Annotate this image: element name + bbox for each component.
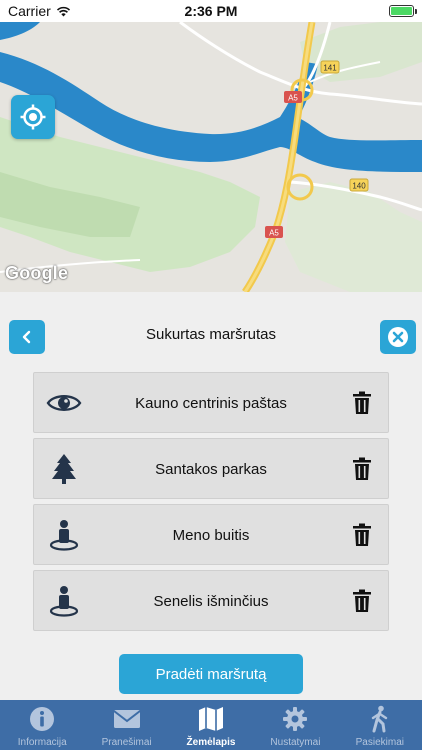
trash-icon [353,523,371,546]
svg-text:140: 140 [352,182,366,191]
tab-label: Nustatymai [270,737,321,748]
info-icon [27,705,57,733]
trash-icon [353,457,371,480]
close-button[interactable] [380,320,416,354]
trash-icon [353,589,371,612]
person-pin-icon [46,519,82,551]
locate-button[interactable] [11,95,55,139]
delete-button[interactable] [350,522,374,548]
tab-bar: Informacija Pranešimai Žemėlapis Nustaty… [0,700,422,750]
battery-fill [390,7,412,15]
road-shield-140: 140 [349,178,369,192]
road-shield-a5-top: A5 [284,91,302,103]
route-item[interactable]: Senelis išminčius [33,570,389,631]
battery-icon [388,5,417,17]
eye-icon [46,387,82,419]
status-left: Carrier [8,3,128,19]
map-canvas[interactable]: 141 A5 140 A5 [0,22,422,292]
tab-zemelapis[interactable]: Žemėlapis [169,700,253,750]
google-attribution: Google [5,263,69,283]
carrier-label: Carrier [8,3,51,19]
delete-button[interactable] [350,390,374,416]
tab-label: Informacija [17,737,67,748]
tab-pranesimai[interactable]: Pranešimai [84,700,168,750]
road-shield-a5-bottom: A5 [265,226,283,238]
status-bar: Carrier 2:36 PM [0,0,422,22]
start-route-button[interactable]: Pradėti maršrutą [119,654,303,694]
trash-icon [353,391,371,414]
wifi-icon [56,6,70,16]
svg-text:141: 141 [323,64,337,73]
route-item[interactable]: Kauno centrinis paštas [33,372,389,433]
tab-label: Pranešimai [101,737,152,748]
route-list: Kauno centrinis paštas Santakos parkas M… [33,372,389,636]
map-icon [196,705,226,733]
tab-informacija[interactable]: Informacija [0,700,84,750]
tab-nustatymai[interactable]: Nustatymai [253,700,337,750]
svg-text:A5: A5 [269,229,279,238]
route-item[interactable]: Meno buitis [33,504,389,565]
tab-label: Žemėlapis [186,737,236,748]
route-item-label: Kauno centrinis paštas [135,395,287,412]
tab-label: Pasiekimai [355,737,404,748]
mail-icon [112,705,142,733]
walking-icon [365,705,395,733]
svg-text:A5: A5 [288,94,298,103]
map-view[interactable]: 141 A5 140 A5 Google [0,22,422,292]
road-shield-141: 141 [320,60,340,74]
route-item-label: Santakos parkas [155,461,267,478]
close-icon [388,327,408,347]
gear-icon [280,705,310,733]
route-item[interactable]: Santakos parkas [33,438,389,499]
tree-icon [46,453,82,485]
status-time: 2:36 PM [184,3,238,19]
person-pin-icon [46,585,82,617]
tab-pasiekimai[interactable]: Pasiekimai [338,700,422,750]
route-header: Sukurtas maršrutas [0,316,422,356]
status-right [294,5,417,17]
route-title: Sukurtas maršrutas [145,326,277,343]
crosshair-icon [20,104,46,130]
delete-button[interactable] [350,456,374,482]
route-item-label: Meno buitis [172,527,250,544]
delete-button[interactable] [350,588,374,614]
route-item-label: Senelis išminčius [153,593,269,610]
